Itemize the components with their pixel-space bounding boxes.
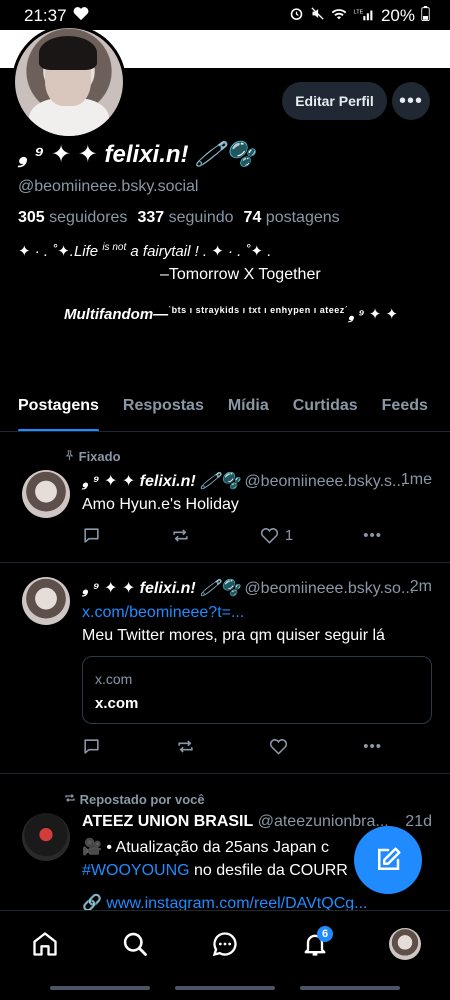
- hashtag-link[interactable]: #WOOYOUNG: [82, 862, 190, 879]
- profile-tabs: Postagens Respostas Mídia Curtidas Feeds…: [0, 388, 450, 432]
- compose-button[interactable]: [354, 826, 422, 894]
- lte-signal-icon: LTE: [353, 6, 375, 26]
- post-author-name[interactable]: ATEEZ UNION BRASIL: [82, 813, 253, 830]
- profile-handle: @beomiineee.bsky.social: [18, 178, 199, 195]
- post-more-button[interactable]: •••: [363, 526, 382, 545]
- edit-profile-button[interactable]: Editar Perfil: [282, 82, 387, 120]
- posts-count: 74 postagens: [243, 209, 340, 226]
- battery-text: 20%: [380, 6, 415, 25]
- reply-button[interactable]: [82, 526, 101, 545]
- nav-profile[interactable]: [383, 922, 427, 966]
- post-actions: •••: [82, 737, 382, 756]
- repost-small-icon: [64, 792, 80, 807]
- post-author-handle[interactable]: @beomiineee.bsky.so...: [244, 580, 414, 597]
- status-time: 21:37: [24, 6, 67, 25]
- like-button[interactable]: 1: [260, 526, 293, 545]
- ellipsis-icon: •••: [363, 527, 382, 544]
- search-icon: [123, 932, 147, 956]
- chat-icon: [212, 932, 237, 957]
- wifi-icon: [331, 6, 347, 26]
- reply-icon: [84, 528, 99, 543]
- tab-midia[interactable]: Mídia: [228, 388, 269, 431]
- post-time: 1me: [400, 471, 432, 488]
- reposted-label: Repostado por você: [64, 792, 205, 807]
- gesture-bar: [50, 986, 150, 990]
- post-author-handle[interactable]: @beomiineee.bsky.s...: [244, 473, 405, 490]
- post-avatar[interactable]: [22, 813, 70, 861]
- post-header: ❟ ⁹ ✦ ✦ felixi.n! 🧷🫧 @beomiineee.bsky.s.…: [82, 471, 405, 491]
- display-name: ❟ ⁹ ✦ ✦ felixi.n! 🧷🫧: [18, 141, 255, 168]
- post-time: 21d: [405, 813, 432, 830]
- mute-icon: [310, 6, 325, 26]
- post-actions: 1 •••: [82, 526, 382, 545]
- post-item[interactable]: Fixado ❟ ⁹ ✦ ✦ felixi.n! 🧷🫧 @beomiineee.…: [0, 436, 450, 563]
- profile-avatar-small: [389, 928, 421, 960]
- ellipsis-icon: •••: [363, 738, 382, 755]
- profile-avatar[interactable]: [12, 25, 126, 139]
- tab-respostas[interactable]: Respostas: [123, 388, 204, 431]
- repost-button[interactable]: [171, 526, 190, 545]
- link-embed-card[interactable]: x.com x.com: [82, 656, 432, 724]
- bio-line-3: Multifandom—ˋbts ı straykids ı txt ı enh…: [64, 305, 399, 323]
- heart-outline-icon: [260, 528, 278, 544]
- following-count[interactable]: 337 seguindo: [137, 209, 233, 227]
- compose-icon: [378, 847, 401, 870]
- repost-icon: [173, 529, 188, 542]
- post-item[interactable]: ❟ ⁹ ✦ ✦ felixi.n! 🧷🫧 @beomiineee.bsky.so…: [0, 562, 450, 774]
- post-text: Amo Hyun.e's Holiday: [82, 496, 239, 513]
- bio-line-2: –Tomorrow X Together: [160, 266, 321, 283]
- post-author-name[interactable]: ❟ ⁹ ✦ ✦ felixi.n! 🧷🫧: [82, 580, 240, 597]
- ellipsis-icon: •••: [398, 89, 423, 112]
- reply-button[interactable]: [82, 737, 101, 756]
- like-count: 1: [284, 527, 294, 544]
- embed-domain: x.com: [95, 671, 133, 687]
- alarm-icon: [289, 6, 304, 26]
- heart-icon: [73, 6, 89, 26]
- tab-curtidas[interactable]: Curtidas: [293, 388, 358, 431]
- post-author-name[interactable]: ❟ ⁹ ✦ ✦ felixi.n! 🧷🫧: [82, 473, 240, 490]
- post-more-button[interactable]: •••: [363, 737, 382, 756]
- gesture-bar: [300, 986, 400, 990]
- pin-icon: [64, 449, 79, 464]
- post-text: x.com/beomineee?t=... Meu Twitter mores,…: [82, 601, 432, 647]
- more-options-button[interactable]: •••: [392, 82, 430, 120]
- battery-icon: [421, 6, 430, 26]
- notifications-badge: 6: [317, 926, 333, 942]
- heart-outline-icon: [270, 739, 288, 755]
- reply-icon: [84, 739, 99, 754]
- post-author-handle[interactable]: @ateezunionbra...: [258, 813, 389, 830]
- post-avatar[interactable]: [22, 577, 70, 625]
- pinned-label: Fixado: [64, 449, 121, 464]
- followers-count[interactable]: 305 seguidores: [18, 209, 127, 227]
- post-header: ❟ ⁹ ✦ ✦ felixi.n! 🧷🫧 @beomiineee.bsky.so…: [82, 578, 414, 598]
- svg-text:LTE: LTE: [353, 9, 363, 15]
- tab-feeds[interactable]: Feeds: [382, 388, 428, 431]
- post-time: 2m: [409, 578, 432, 595]
- nav-search[interactable]: [113, 922, 157, 966]
- nav-notifications[interactable]: 6: [293, 922, 337, 966]
- bio-line-1: ✦ · . ˚✦.Life is not a fairytail ! . ✦ ·…: [18, 242, 272, 260]
- repost-icon: [178, 740, 193, 753]
- post-header: ATEEZ UNION BRASIL @ateezunionbra...: [82, 813, 389, 831]
- nav-chat[interactable]: [203, 922, 247, 966]
- repost-button[interactable]: [176, 737, 195, 756]
- gesture-bar: [175, 986, 275, 990]
- nav-home[interactable]: [23, 922, 67, 966]
- like-button[interactable]: [269, 737, 288, 756]
- profile-stats: 305 seguidores 337 seguindo 74 postagens: [18, 209, 340, 227]
- home-icon: [33, 932, 57, 956]
- embed-title: x.com: [95, 695, 139, 712]
- post-link[interactable]: x.com/beomineee?t=...: [82, 601, 432, 624]
- bottom-navigation: 6: [0, 910, 450, 977]
- post-avatar[interactable]: [22, 470, 70, 518]
- tab-postagens[interactable]: Postagens: [18, 388, 99, 431]
